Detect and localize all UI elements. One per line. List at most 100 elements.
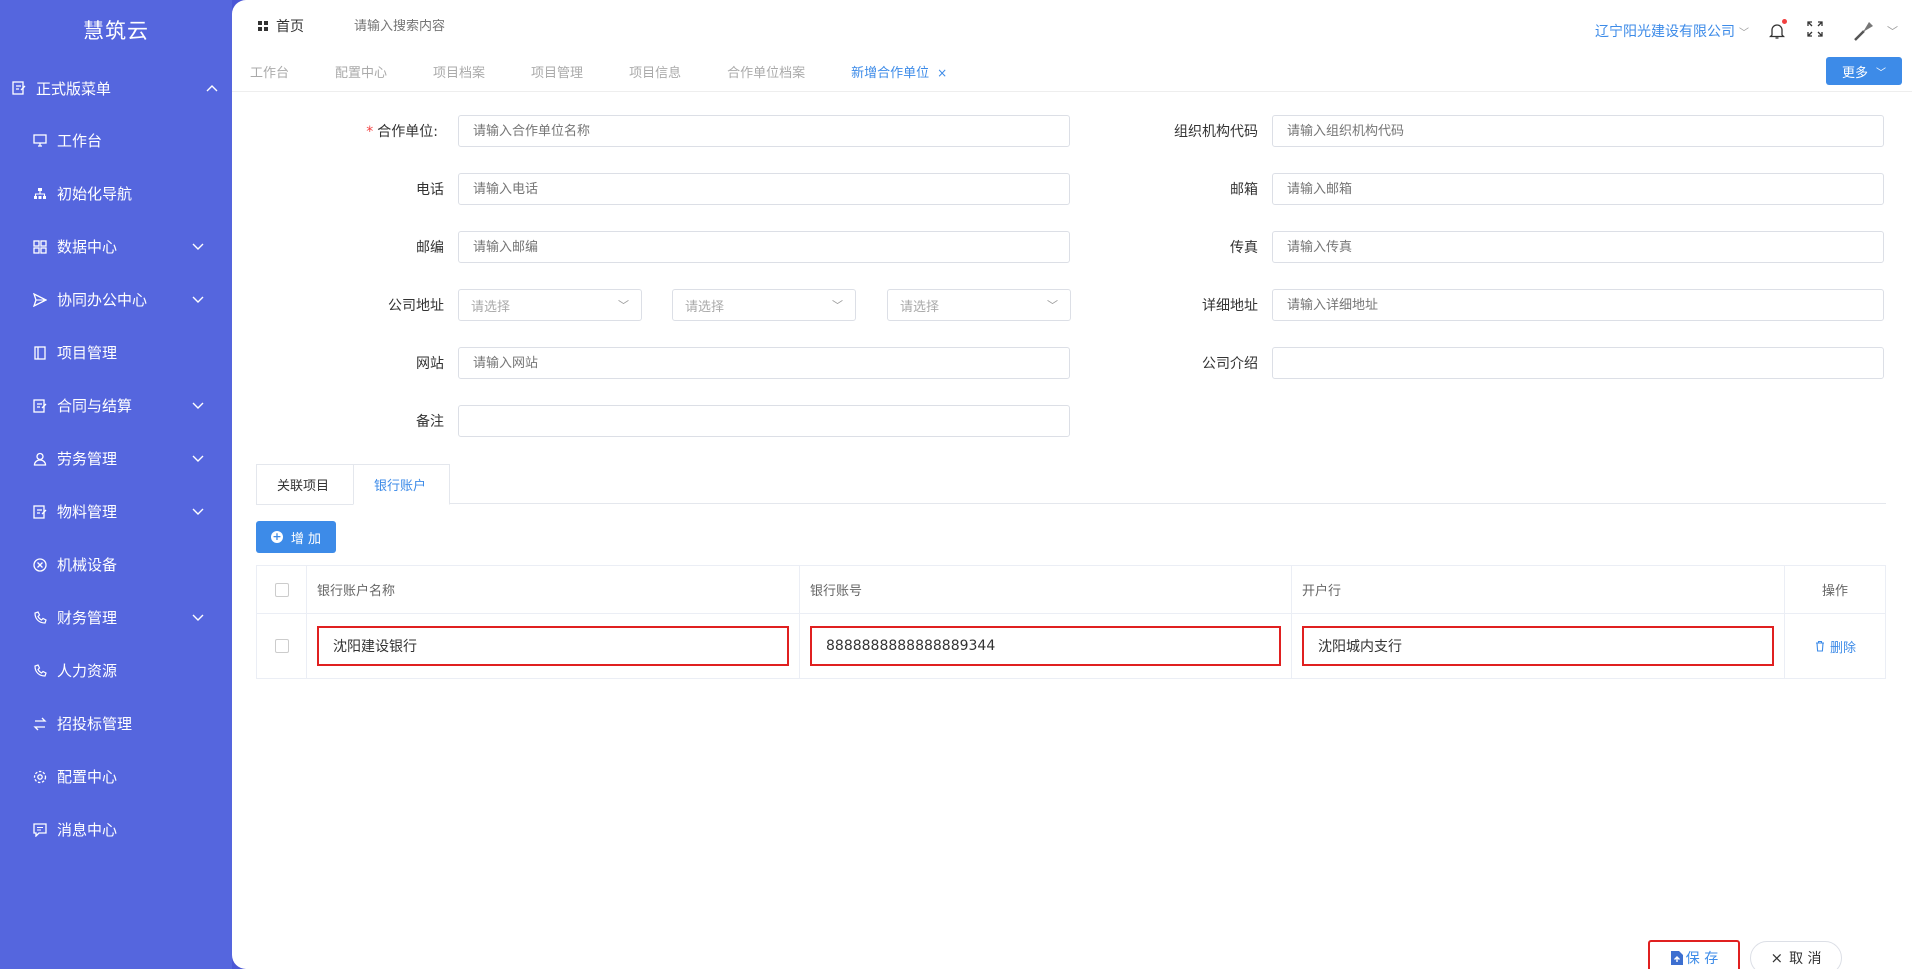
delete-button[interactable]: 删除 (1814, 637, 1856, 656)
chevron-down-icon: ﹀ (1739, 28, 1749, 39)
home-link[interactable]: 首页 (258, 16, 304, 36)
detail-address-input[interactable] (1272, 289, 1884, 321)
zipcode-input[interactable] (458, 231, 1070, 263)
trash-icon (1815, 640, 1824, 652)
upload-file-icon (1670, 951, 1683, 965)
detail-address-label: 详细地址 (1202, 298, 1258, 314)
sidebar-item-12[interactable]: 配置中心 (0, 750, 232, 803)
fax-input[interactable] (1272, 231, 1884, 263)
select-all-checkbox[interactable] (274, 582, 289, 597)
bank-input[interactable]: 沈阳城内支行 (1302, 626, 1774, 666)
sidebar-item-4[interactable]: 项目管理 (0, 326, 232, 379)
district-select-value: 请选择 (900, 299, 940, 315)
chevron-down-icon: ﹀ (1047, 299, 1058, 312)
sidebar-group-formal-menu[interactable]: 正式版菜单 (0, 62, 232, 114)
sidebar: 慧筑云 正式版菜单 工作台 初始化导航 数据中心 协同办公中心 项目管理合同与结算劳务管… (0, 0, 232, 969)
sitemap-icon (32, 186, 48, 202)
row-checkbox[interactable] (274, 639, 289, 653)
more-button[interactable]: 更多 ﹀ (1826, 57, 1902, 85)
account-number-input[interactable]: 8888888888888889344 (810, 626, 1281, 666)
province-select-value: 请选择 (471, 299, 511, 315)
org-code-input[interactable] (1272, 115, 1884, 147)
bell-icon[interactable] (1768, 19, 1787, 40)
tab-partner-archive[interactable]: 合作单位档案 (727, 62, 805, 81)
sidebar-item-9[interactable]: 财务管理 (0, 591, 232, 644)
close-icon[interactable]: × (937, 66, 947, 80)
sidebar-item-11[interactable]: 招投标管理 (0, 697, 232, 750)
chevron-down-icon: ﹀ (832, 299, 843, 312)
sidebar-item-2[interactable]: 数据中心 (0, 220, 232, 273)
delete-label: 删除 (1829, 640, 1856, 656)
tab-config-center[interactable]: 配置中心 (335, 62, 387, 81)
sidebar-item-5[interactable]: 合同与结算 (0, 379, 232, 432)
app-logo: 慧筑云 (83, 19, 149, 43)
chevron-down-icon: ﹀ (1876, 67, 1886, 79)
company-selector[interactable]: 辽宁阳光建设有限公司 ﹀ (1595, 21, 1749, 41)
cancel-button[interactable]: × 取 消 (1750, 941, 1842, 969)
plus-circle-icon: + (270, 530, 283, 543)
phone-input[interactable] (458, 173, 1070, 205)
tab-related-projects[interactable]: 关联项目 (256, 464, 354, 505)
tab-project-archive[interactable]: 项目档案 (433, 62, 485, 81)
apps-grid-icon (258, 21, 268, 31)
fullscreen-icon[interactable] (1807, 21, 1823, 41)
top-bar: 首页 辽宁阳光建设有限公司 ﹀ ﹀ (232, 0, 1912, 52)
phone-icon (32, 663, 48, 679)
add-button[interactable]: + 增 加 (256, 521, 336, 553)
sidebar-item-3[interactable]: 协同办公中心 (0, 273, 232, 326)
intro-input[interactable] (1272, 347, 1884, 379)
tab-workbench[interactable]: 工作台 (250, 62, 289, 81)
sidebar-item-6[interactable]: 劳务管理 (0, 432, 232, 485)
city-select[interactable]: 请选择 ﹀ (672, 289, 856, 321)
avatar[interactable] (1849, 16, 1879, 46)
tab-new-partner[interactable]: 新增合作单位 × (851, 62, 947, 81)
home-label: 首页 (276, 19, 304, 35)
remark-input[interactable] (458, 405, 1070, 437)
column-header-actions: 操作 (1785, 566, 1885, 614)
district-select[interactable]: 请选择 ﹀ (887, 289, 1071, 321)
book-icon (32, 345, 48, 361)
more-label: 更多 (1841, 65, 1868, 81)
search-input[interactable] (354, 18, 574, 34)
edit-doc-icon (32, 398, 48, 414)
province-select[interactable]: 请选择 ﹀ (458, 289, 642, 321)
add-label: 增 加 (290, 531, 322, 547)
table-row: 沈阳建设银行 8888888888888889344 沈阳城内支行 删除 (257, 614, 1885, 678)
email-label: 邮箱 (1230, 182, 1258, 198)
page-tabs: 工作台 配置中心 项目档案 项目管理 项目信息 合作单位档案 新增合作单位 × 更… (232, 52, 1912, 92)
sidebar-item-7[interactable]: 物料管理 (0, 485, 232, 538)
phone-icon (32, 610, 48, 626)
sidebar-item-label: 合同与结算 (57, 397, 133, 415)
partner-name-input[interactable] (458, 115, 1070, 147)
intro-label: 公司介绍 (1202, 356, 1258, 372)
tab-project-info[interactable]: 项目信息 (629, 62, 681, 81)
column-header-bank: 开户行 (1292, 566, 1785, 614)
tab-bank-accounts[interactable]: 银行账户 (353, 464, 450, 505)
sidebar-item-label: 配置中心 (57, 768, 118, 786)
send-icon (32, 292, 48, 308)
address-label: 公司地址 (388, 298, 444, 314)
tab-project-management[interactable]: 项目管理 (531, 62, 583, 81)
column-header-account-number: 银行账号 (800, 566, 1292, 614)
sidebar-item-13[interactable]: 消息中心 (0, 803, 232, 856)
sidebar-item-0[interactable]: 工作台 (0, 114, 232, 167)
sidebar-item-label: 招投标管理 (57, 715, 133, 733)
save-button[interactable]: 保 存 (1648, 940, 1740, 969)
account-number-cell: 8888888888888889344 (800, 614, 1292, 678)
account-name-input[interactable]: 沈阳建设银行 (317, 626, 789, 666)
sidebar-item-10[interactable]: 人力资源 (0, 644, 232, 697)
fax-label: 传真 (1230, 240, 1258, 256)
sidebar-item-8[interactable]: 机械设备 (0, 538, 232, 591)
required-mark: * (366, 124, 374, 140)
sidebar-item-1[interactable]: 初始化导航 (0, 167, 232, 220)
website-input[interactable] (458, 347, 1070, 379)
user-icon (32, 451, 48, 467)
email-input[interactable] (1272, 173, 1884, 205)
chevron-down-icon[interactable]: ﹀ (1887, 23, 1898, 39)
main-panel: 首页 辽宁阳光建设有限公司 ﹀ ﹀ 工作台 配置中心 项目档案 项目管理 项目信息… (232, 0, 1912, 969)
chevron-down-icon (190, 455, 206, 463)
sidebar-item-label: 消息中心 (57, 821, 118, 839)
phone-label: 电话 (416, 182, 444, 198)
chevron-down-icon (190, 296, 206, 304)
monitor-icon (32, 133, 48, 149)
